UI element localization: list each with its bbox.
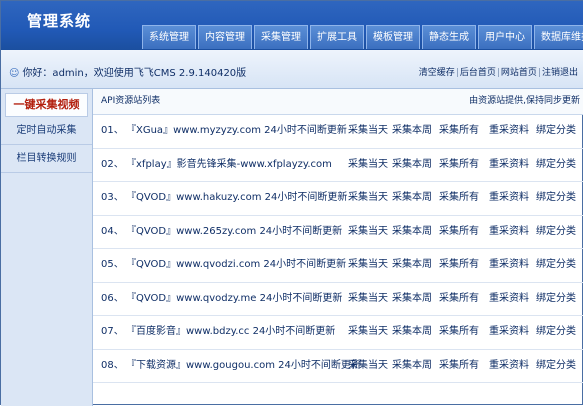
source-name: 『QVOD』www.qvodzy.me 24小时不间断更新 (126, 292, 343, 304)
table-row: 08、 『下载资源』www.gougou.com 24小时不间断更新 采集当天 … (93, 350, 583, 383)
list-note: 由资源站提供,保持同步更新 (469, 96, 580, 106)
recollect-button[interactable]: 重采资料 (488, 249, 530, 282)
collect-all-button[interactable]: 采集所有 (438, 283, 480, 316)
source-name: 『XGua』www.myzyzy.com 24小时不间断更新 (126, 125, 347, 136)
collect-today-button[interactable]: 采集当天 (347, 216, 389, 249)
sidebar-item-scheduled-collect[interactable]: 定时自动采集 (1, 117, 92, 145)
sidebar: 一键采集视频 定时自动采集 栏目转换规则 (1, 89, 93, 406)
row-index: 06、 (101, 292, 124, 304)
bind-category-button[interactable]: 绑定分类 (535, 316, 577, 349)
collect-all-button[interactable]: 采集所有 (438, 216, 480, 249)
table-row: 05、 『QVOD』www.qvodzi.com 24小时不间断更新 采集当天 … (93, 249, 583, 283)
top-links: 清空缓存|后台首页|网站首页|注销退出 (419, 65, 578, 78)
collect-week-button[interactable]: 采集本周 (391, 115, 433, 148)
logout-link[interactable]: 注销退出 (542, 68, 578, 78)
collect-today-button[interactable]: 采集当天 (347, 350, 389, 383)
collect-week-button[interactable]: 采集本周 (391, 216, 433, 249)
site-home-link[interactable]: 网站首页 (501, 68, 537, 78)
welcome-text: 你好：admin，欢迎使用飞飞CMS 2.9.140420版 (22, 68, 247, 79)
bind-category-button[interactable]: 绑定分类 (535, 149, 577, 182)
collect-all-button[interactable]: 采集所有 (438, 249, 480, 282)
list-title-bar: API资源站列表 由资源站提供,保持同步更新 (93, 89, 583, 115)
nav-templates[interactable]: 模板管理 (366, 25, 420, 49)
nav-content[interactable]: 内容管理 (198, 25, 252, 49)
row-index: 08、 (101, 359, 124, 371)
collect-all-button[interactable]: 采集所有 (438, 149, 480, 182)
row-index: 05、 (101, 259, 124, 270)
table-row: 07、 『百度影音』www.bdzy.cc 24小时不间断更新 采集当天 采集本… (93, 316, 583, 350)
collect-today-button[interactable]: 采集当天 (347, 249, 389, 282)
collect-week-button[interactable]: 采集本周 (391, 249, 433, 282)
sidebar-item-category-rules[interactable]: 栏目转换规则 (1, 145, 92, 173)
table-row: 06、 『QVOD』www.qvodzy.me 24小时不间断更新 采集当天 采… (93, 283, 583, 316)
list-title: API资源站列表 (101, 96, 161, 106)
collect-today-button[interactable]: 采集当天 (347, 316, 389, 349)
app-title: 管理系统 (27, 12, 92, 30)
info-bar: ☺ 你好：admin，欢迎使用飞飞CMS 2.9.140420版 清空缓存|后台首… (1, 50, 583, 89)
collect-week-button[interactable]: 采集本周 (391, 182, 433, 215)
nav-tools[interactable]: 扩展工具 (310, 25, 364, 49)
nav-collect[interactable]: 采集管理 (254, 25, 308, 49)
collect-all-button[interactable]: 采集所有 (438, 115, 480, 148)
collect-all-button[interactable]: 采集所有 (438, 316, 480, 349)
row-index: 03、 (101, 192, 124, 203)
separator: | (537, 68, 541, 78)
recollect-button[interactable]: 重采资料 (488, 115, 530, 148)
sidebar-item-one-click-collect[interactable]: 一键采集视频 (5, 93, 88, 117)
welcome-line: ☺ 你好：admin，欢迎使用飞飞CMS 2.9.140420版 (9, 64, 246, 79)
bind-category-button[interactable]: 绑定分类 (535, 182, 577, 215)
collect-today-button[interactable]: 采集当天 (347, 149, 389, 182)
bind-category-button[interactable]: 绑定分类 (535, 115, 577, 148)
source-name: 『下载资源』www.gougou.com 24小时不间断更新 (126, 359, 361, 371)
recollect-button[interactable]: 重采资料 (488, 316, 530, 349)
table-row: 04、 『QVOD』www.265zy.com 24小时不间断更新 采集当天 采… (93, 216, 583, 249)
row-index: 02、 (101, 158, 124, 170)
collect-all-button[interactable]: 采集所有 (438, 182, 480, 215)
nav-static[interactable]: 静态生成 (422, 25, 476, 49)
collect-week-button[interactable]: 采集本周 (391, 149, 433, 182)
recollect-button[interactable]: 重采资料 (488, 283, 530, 316)
collect-today-button[interactable]: 采集当天 (347, 182, 389, 215)
source-name: 『xfplay』影音先锋采集-www.xfplayzy.com (126, 158, 332, 170)
table-row: 01、 『XGua』www.myzyzy.com 24小时不间断更新 采集当天 … (93, 115, 583, 149)
collect-all-button[interactable]: 采集所有 (438, 350, 480, 383)
row-index: 01、 (101, 125, 124, 136)
table-row: 03、 『QVOD』www.hakuzy.com 24小时不间断更新 采集当天 … (93, 182, 583, 216)
source-name: 『QVOD』www.265zy.com 24小时不间断更新 (126, 225, 343, 237)
main-panel: API资源站列表 由资源站提供,保持同步更新 01、 『XGua』www.myz… (93, 89, 583, 406)
collect-week-button[interactable]: 采集本周 (391, 350, 433, 383)
recollect-button[interactable]: 重采资料 (488, 350, 530, 383)
collect-today-button[interactable]: 采集当天 (347, 115, 389, 148)
recollect-button[interactable]: 重采资料 (488, 149, 530, 182)
table-row: 02、 『xfplay』影音先锋采集-www.xfplayzy.com 采集当天… (93, 149, 583, 182)
recollect-button[interactable]: 重采资料 (488, 216, 530, 249)
collect-week-button[interactable]: 采集本周 (391, 316, 433, 349)
bind-category-button[interactable]: 绑定分类 (535, 216, 577, 249)
nav-users[interactable]: 用户中心 (478, 25, 532, 49)
collect-week-button[interactable]: 采集本周 (391, 283, 433, 316)
collect-today-button[interactable]: 采集当天 (347, 283, 389, 316)
nav-system[interactable]: 系统管理 (142, 25, 196, 49)
user-icon: ☺ (9, 68, 20, 79)
row-index: 07、 (101, 326, 124, 337)
nav-database[interactable]: 数据库维护 (534, 25, 583, 49)
bind-category-button[interactable]: 绑定分类 (535, 350, 577, 383)
separator: | (455, 68, 459, 78)
admin-home-link[interactable]: 后台首页 (460, 68, 496, 78)
source-name: 『QVOD』www.qvodzi.com 24小时不间断更新 (126, 259, 347, 270)
recollect-button[interactable]: 重采资料 (488, 182, 530, 215)
bind-category-button[interactable]: 绑定分类 (535, 283, 577, 316)
bind-category-button[interactable]: 绑定分类 (535, 249, 577, 282)
source-name: 『QVOD』www.hakuzy.com 24小时不间断更新 (126, 192, 348, 203)
clear-cache-link[interactable]: 清空缓存 (419, 68, 455, 78)
top-nav: 系统管理 内容管理 采集管理 扩展工具 模板管理 静态生成 用户中心 数据库维护 (142, 25, 583, 49)
row-index: 04、 (101, 225, 124, 237)
separator: | (496, 68, 500, 78)
source-name: 『百度影音』www.bdzy.cc 24小时不间断更新 (126, 326, 336, 337)
header: 管理系统 系统管理 内容管理 采集管理 扩展工具 模板管理 静态生成 用户中心 … (1, 1, 583, 50)
